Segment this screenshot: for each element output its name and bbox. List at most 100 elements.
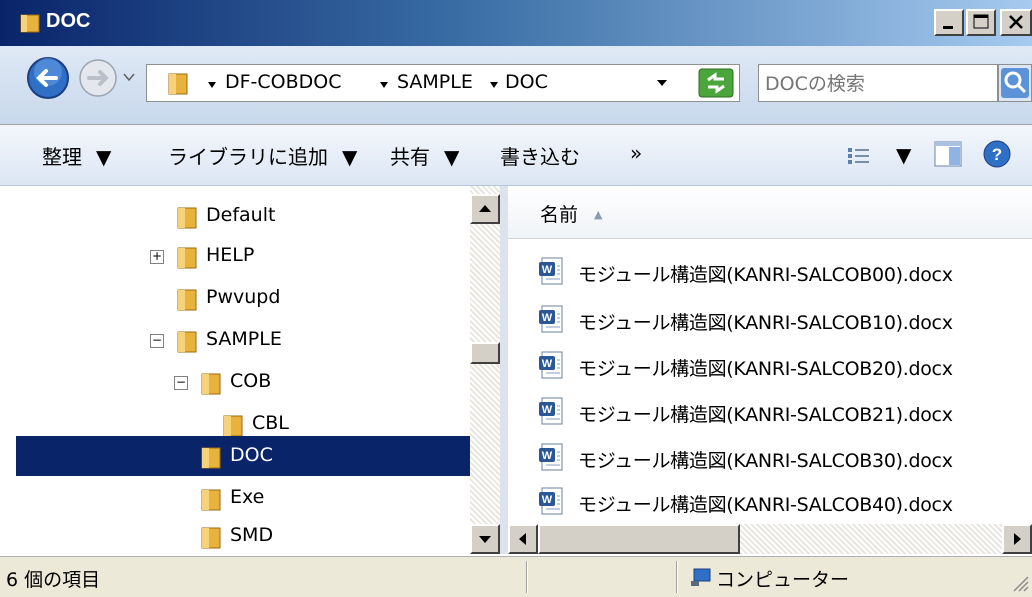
folder-icon [20,14,40,33]
tree-item-label: Pwvupd [206,286,281,308]
word-document-icon: W [539,305,563,333]
column-header-name[interactable]: 名前 ▲ [508,186,1032,239]
organize-menu[interactable]: 整理 ▼ [42,141,111,171]
file-name: モジュール構造図(KANRI-SALCOB21).docx [578,404,953,426]
preview-pane-icon[interactable] [934,141,962,167]
folder-icon [177,289,197,311]
file-name: モジュール構造図(KANRI-SALCOB10).docx [578,312,953,334]
word-document-icon: W [539,257,563,285]
svg-text:W: W [542,264,553,276]
arrow-up-icon [479,205,491,212]
collapse-toggle-cob[interactable]: − [174,376,188,390]
title-bar[interactable]: DOC [0,0,1032,46]
file-name: モジュール構造図(KANRI-SALCOB00).docx [578,264,953,286]
scroll-thumb[interactable] [470,342,500,364]
search-box[interactable] [758,64,998,102]
scroll-left-button[interactable] [508,524,538,554]
folder-icon [201,489,221,511]
address-dropdown-icon[interactable] [655,77,669,89]
back-arrow-icon[interactable] [26,56,70,100]
minimize-button[interactable] [934,9,964,36]
tree-scrollbar[interactable] [470,186,500,554]
history-dropdown-icon[interactable] [122,72,136,82]
organize-label: 整理 [42,145,82,169]
resize-grip-icon[interactable] [1010,573,1030,593]
burn-button[interactable]: 書き込む [500,141,580,171]
file-list: 名前 ▲ W モジュール構造図(KANRI-SALCOB00).docx W モ… [508,186,1032,524]
tree-item-label: SAMPLE [206,328,282,350]
address-breadcrumb[interactable]: DF-COBDOC SAMPLE DOC [146,64,740,102]
help-icon[interactable]: ? [982,139,1012,169]
chevron-down-icon: ▼ [342,145,358,169]
close-icon [1009,15,1023,29]
item-count: 6 個の項目 [6,569,101,591]
address-bar: DF-COBDOC SAMPLE DOC [0,46,1032,125]
file-name: モジュール構造図(KANRI-SALCOB40).docx [578,494,953,516]
pane-splitter[interactable] [500,186,508,554]
tree-item-label: Exe [230,486,265,508]
arrow-down-icon [479,536,491,543]
more-commands-button[interactable]: » [630,141,642,171]
folder-icon [201,373,221,395]
crumb-separator-icon [490,82,498,88]
folder-icon [201,447,221,469]
tree-item-label: CBL [252,412,289,434]
expand-toggle-help[interactable]: + [150,250,164,264]
tree-item-label: COB [230,370,272,392]
tree-item-label: DOC [230,444,273,466]
scroll-right-button[interactable] [1002,524,1032,554]
column-name-label: 名前 [540,204,579,226]
file-name: モジュール構造図(KANRI-SALCOB30).docx [578,450,953,472]
crumb-separator-icon [208,82,216,88]
svg-text:W: W [542,404,553,416]
add-to-library-menu[interactable]: ライブラリに追加 ▼ [168,141,357,171]
crumb-sample[interactable]: SAMPLE [397,71,473,93]
maximize-button[interactable] [966,9,996,36]
navigation-tree: Default + HELP Pwvupd − SAMPLE − COB CBL… [16,186,470,554]
command-bar: 整理 ▼ ライブラリに追加 ▼ 共有 ▼ 書き込む » ▼ ? [0,125,1032,186]
window-title: DOC [46,10,91,32]
chevron-down-icon: ▼ [96,145,112,169]
svg-text:W: W [542,450,553,462]
zone-label: コンピューター [716,569,850,591]
folder-icon [177,247,197,269]
search-button[interactable] [998,64,1032,102]
tree-item-label: HELP [206,244,255,266]
status-bar: 6 個の項目 コンピューター [0,556,1032,597]
share-menu[interactable]: 共有 ▼ [390,141,459,171]
svg-text:W: W [542,358,553,370]
burn-label: 書き込む [500,145,580,169]
svg-text:W: W [542,312,553,324]
folder-icon [177,331,197,353]
close-button[interactable] [1000,9,1032,36]
tree-item-label: SMD [230,524,274,546]
folder-icon [168,73,188,95]
file-list-hscrollbar[interactable] [508,524,1032,554]
forward-arrow-icon[interactable] [78,58,118,98]
crumb-doc[interactable]: DOC [505,71,548,93]
status-divider [676,561,678,593]
view-options-icon[interactable] [846,145,872,167]
maximize-icon [973,14,989,29]
tree-item-label: Default [206,204,276,226]
refresh-icon[interactable] [698,68,734,98]
collapse-toggle-sample[interactable]: − [150,334,164,348]
folder-icon [177,207,197,229]
chevron-down-icon: ▼ [444,145,460,169]
scroll-up-button[interactable] [470,194,500,224]
computer-icon [691,568,711,586]
crumb-separator-icon [380,82,388,88]
status-divider [526,561,528,593]
word-document-icon: W [539,351,563,379]
svg-text:W: W [542,494,553,506]
crumb-df-cobdoc[interactable]: DF-COBDOC [225,71,342,93]
sort-ascending-icon: ▲ [594,208,603,221]
view-dropdown-icon[interactable]: ▼ [896,143,911,173]
scroll-down-button[interactable] [470,524,500,554]
folder-icon [201,527,221,549]
share-label: 共有 [390,145,430,169]
hscroll-thumb[interactable] [538,524,740,554]
search-input[interactable] [763,69,989,99]
word-document-icon: W [539,397,563,425]
minimize-icon [943,26,953,29]
